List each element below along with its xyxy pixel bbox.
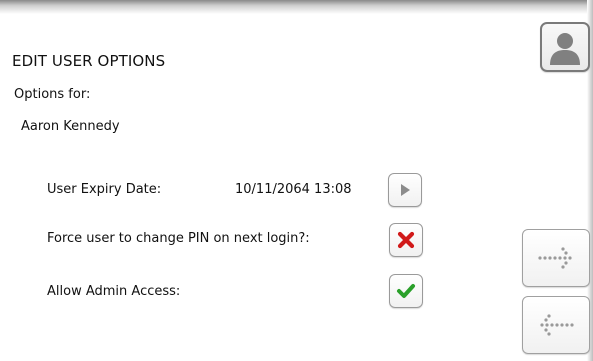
dotted-arrow-left-icon <box>540 314 574 336</box>
page-title: EDIT USER OPTIONS <box>12 52 166 70</box>
user-profile-button[interactable] <box>540 22 590 72</box>
admin-access-toggle[interactable] <box>389 274 423 308</box>
selected-user-name: Aaron Kennedy <box>21 119 120 134</box>
window-top-shadow <box>0 0 593 14</box>
dotted-arrow-right-icon <box>538 247 572 269</box>
back-button[interactable] <box>522 296 590 354</box>
play-arrow-icon <box>401 184 410 196</box>
next-button[interactable] <box>522 229 590 287</box>
expiry-date-button[interactable] <box>388 173 422 207</box>
expiry-date-label: User Expiry Date: <box>47 182 162 197</box>
red-x-icon <box>397 231 415 249</box>
green-check-icon <box>397 284 415 298</box>
force-pin-change-label: Force user to change PIN on next login?: <box>47 231 310 246</box>
options-for-label: Options for: <box>14 87 91 102</box>
expiry-date-value: 10/11/2064 13:08 <box>235 182 352 197</box>
force-pin-change-toggle[interactable] <box>389 223 423 257</box>
user-avatar-icon <box>550 33 580 65</box>
admin-access-label: Allow Admin Access: <box>47 284 181 299</box>
